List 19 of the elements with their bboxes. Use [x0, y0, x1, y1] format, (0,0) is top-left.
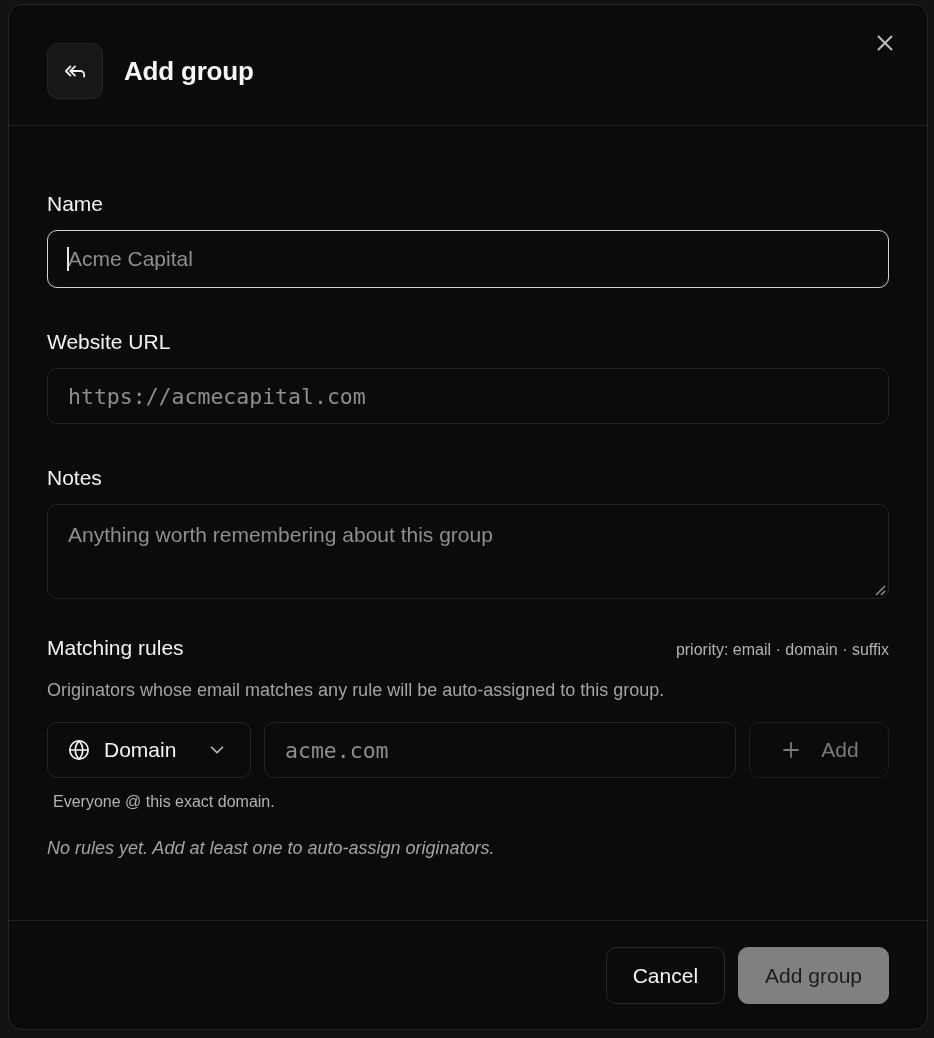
back-button[interactable]: [47, 43, 103, 99]
cancel-button[interactable]: Cancel: [605, 947, 726, 1004]
pattern-input[interactable]: acme.com: [264, 722, 736, 778]
text-input[interactable]: Acme Capital: [47, 230, 889, 288]
notes-textarea[interactable]: Anything worth remembering about this group: [47, 504, 889, 599]
empty-rules-message: No rules yet. Add at least one to auto-assign originators.: [47, 837, 496, 859]
text-cursor: [67, 247, 69, 271]
section-title: Matching rules: [47, 636, 184, 660]
field-label: Name: [47, 192, 105, 216]
rule-type-select[interactable]: Domain: [47, 722, 251, 778]
rule-hint: Everyone @ this exact domain.: [52, 792, 276, 812]
resize-handle-icon[interactable]: [875, 585, 886, 596]
section-description: Originators whose email matches any rule will be auto-assigned to this group.: [47, 679, 666, 701]
dialog-title: Add group: [124, 55, 254, 87]
url-input[interactable]: https://acmecapital.com: [47, 368, 889, 424]
field-label: Notes: [47, 466, 103, 490]
priority-note: priority: email · domain · suffix: [675, 640, 889, 660]
globe-icon: [68, 739, 90, 761]
field-label: Website URL: [47, 330, 172, 354]
